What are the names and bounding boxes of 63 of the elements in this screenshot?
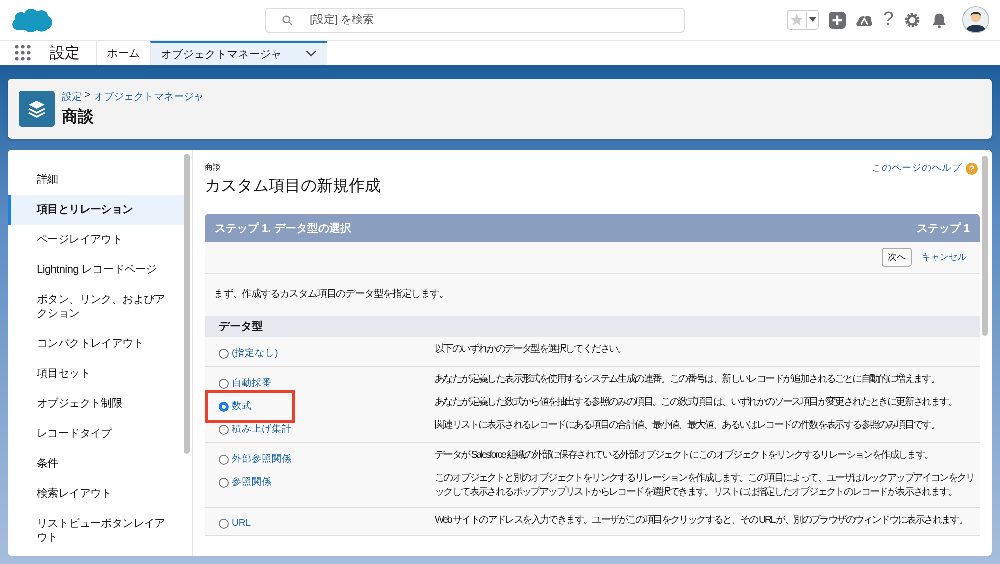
radio-button[interactable] — [219, 402, 229, 412]
sidebar-item[interactable]: 項目セット — [8, 359, 184, 389]
data-type-description: 以下のいずれかのデータ型を選択してください。 — [435, 343, 628, 357]
data-type-link[interactable]: 積み上げ集計 — [232, 423, 292, 436]
data-type-description: このオブジェクトと別のオブジェクトをリンクするリレーションを作成します。この項目によって、ユーザはルックアップアイコンをクリックして表示されるポップアップリストからレコードを選択できます。リストには指定したオブジェクトのレコードが表示されます。 — [435, 472, 976, 500]
radio-button[interactable] — [219, 348, 229, 358]
caret-icon[interactable] — [806, 12, 818, 28]
app-name: 設定 — [50, 44, 81, 62]
radio-button[interactable] — [219, 424, 229, 434]
radio-button[interactable] — [219, 518, 229, 528]
radio-button[interactable] — [219, 478, 229, 488]
data-type-link[interactable]: 外部参照関係 — [232, 453, 292, 466]
breadcrumb-link[interactable]: 設定 — [62, 90, 82, 104]
star-icon — [790, 13, 804, 27]
sidebar-item[interactable]: 詳細 — [8, 165, 184, 195]
data-type-link[interactable]: URL — [232, 518, 252, 529]
sidebar-item[interactable]: 条件 — [8, 449, 184, 479]
settings-icon[interactable] — [904, 12, 921, 28]
data-type-link[interactable]: 数式 — [232, 400, 252, 413]
sidebar-item[interactable]: ページレイアウト — [8, 225, 184, 255]
radio-button[interactable] — [219, 378, 229, 388]
scrollbar-thumb[interactable] — [982, 156, 988, 336]
step-number: ステップ 1 — [916, 222, 970, 236]
plus-icon[interactable] — [829, 12, 846, 28]
app-launcher-icon[interactable] — [14, 44, 32, 62]
data-type-description: Web サイトのアドレスを入力できます。ユーザがこの項目をクリックすると、その URL が、別のブラウザのウィンドウに表示されます。 — [435, 514, 969, 528]
data-type-description: あなたが定義した数式から値を抽出する参照のみの項目。この数式項目は、いずれかのソース項目が変更されたときに更新されます。 — [435, 396, 958, 410]
data-type-link[interactable]: (指定なし) — [232, 347, 278, 360]
data-type-description: データが Salesforce 組織の外部に保存されている外部オブジェクトにこのオブジェクトをリンクするリレーションを作成します。 — [435, 449, 934, 463]
page-title: 商談 — [62, 107, 95, 128]
avatar[interactable] — [962, 6, 990, 34]
help-icon[interactable]: ? — [883, 10, 894, 30]
layers-icon — [19, 91, 55, 127]
search-icon — [282, 14, 293, 26]
chevron-down-icon[interactable] — [306, 50, 317, 58]
section-title: データ型 — [219, 321, 263, 333]
step-title: ステップ 1. データ型の選択 — [215, 222, 352, 236]
intro-text: まず、作成するカスタム項目のデータ型を指定します。 — [213, 288, 450, 302]
data-type-link[interactable]: 参照関係 — [232, 476, 272, 489]
next-button[interactable]: 次へ — [882, 248, 912, 267]
page-heading: カスタム項目の新規作成 — [205, 176, 381, 197]
data-type-link[interactable]: 自動採番 — [232, 377, 272, 390]
breadcrumb-link[interactable]: オブジェクトマネージャ — [94, 90, 204, 104]
sidebar-item[interactable]: レコードタイプ — [8, 419, 184, 449]
favorites-button[interactable] — [787, 10, 820, 30]
help-link[interactable]: このページのヘルプ — [872, 162, 962, 175]
sidebar-item[interactable]: 検索レイアウト — [8, 479, 184, 509]
radio-button[interactable] — [219, 454, 229, 464]
data-type-description: あなたが定義した表示形式を使用するシステム生成の連番。この番号は、新しいレコードが追加されるごとに自動的に増えます。 — [435, 373, 941, 387]
sidebar-item[interactable]: コンパクトレイアウト — [8, 329, 184, 359]
cancel-link[interactable]: キャンセル — [922, 251, 967, 264]
sidebar-item[interactable]: 項目とリレーション — [8, 195, 184, 225]
object-label: 商談 — [205, 162, 222, 173]
data-type-description: 関連リストに表示されるレコードにある項目の合計値、最小値、最大値、あるいはレコードの件数を表示する参照のみ項目です。 — [435, 419, 941, 433]
search-field[interactable]: [設定] を検索 — [265, 8, 685, 32]
sidebar-item[interactable]: ボタン、リンク、およびアクション — [8, 285, 184, 329]
sidebar-item[interactable]: リストビューボタンレイアウト — [8, 509, 184, 553]
bell-icon[interactable] — [931, 12, 948, 28]
breadcrumb-separator: > — [85, 90, 91, 103]
scrollbar-thumb[interactable] — [184, 154, 190, 454]
nav-tab[interactable]: オブジェクトマネージャ — [150, 41, 327, 65]
sidebar-item[interactable]: Lightning レコードページ — [8, 255, 184, 285]
sidebar-item[interactable]: オブジェクト制限 — [8, 389, 184, 419]
